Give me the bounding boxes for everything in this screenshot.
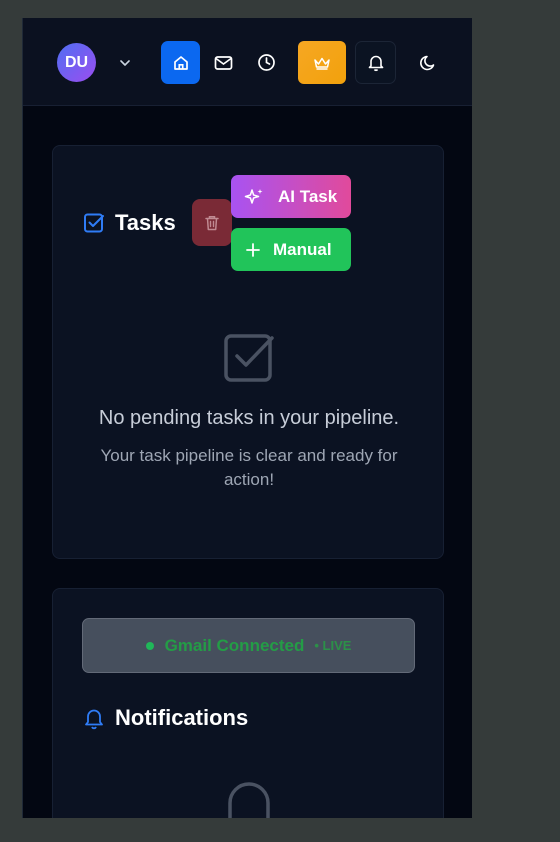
app-frame: DU Tasks AI Task Manual No pending tasks… <box>22 18 472 818</box>
manual-task-label: Manual <box>273 239 332 259</box>
empty-state-title: No pending tasks in your pipeline. <box>98 407 400 429</box>
tasks-title: Tasks <box>115 210 176 235</box>
checkbox-icon <box>84 213 104 233</box>
plus-icon <box>246 242 260 257</box>
sparkles-icon <box>244 188 263 204</box>
empty-bell-icon <box>228 782 270 818</box>
ai-task-button[interactable]: AI Task <box>231 175 351 218</box>
empty-checkbox-icon <box>224 334 274 382</box>
mail-icon <box>214 55 233 70</box>
clock-icon <box>258 54 275 71</box>
history-button[interactable] <box>247 41 286 84</box>
manual-task-button[interactable]: Manual <box>231 228 351 271</box>
notifications-card: Gmail Connected • LIVE Notifications <box>52 588 444 818</box>
crown-icon <box>314 57 330 70</box>
mail-button[interactable] <box>204 41 243 84</box>
gmail-status-text: Gmail Connected <box>164 635 305 655</box>
empty-state-subtitle: Your task pipeline is clear and ready fo… <box>100 446 398 489</box>
tasks-card: Tasks AI Task Manual No pending tasks in… <box>52 145 444 559</box>
chevron-down-icon <box>120 59 130 66</box>
clear-tasks-button[interactable] <box>192 199 232 246</box>
home-button[interactable] <box>161 41 200 84</box>
ai-task-label: AI Task <box>278 186 338 206</box>
notifications-header: Notifications <box>83 705 248 731</box>
account-menu-button[interactable] <box>105 41 145 84</box>
status-dot <box>145 641 154 650</box>
tasks-header: Tasks <box>83 210 176 236</box>
notifications-title: Notifications <box>115 705 249 730</box>
trash-icon <box>205 215 219 230</box>
theme-toggle-button[interactable] <box>408 41 447 84</box>
home-icon <box>173 55 188 70</box>
gmail-status-banner: Gmail Connected • LIVE <box>82 618 415 673</box>
notifications-button[interactable] <box>355 41 396 84</box>
premium-button[interactable] <box>298 41 346 84</box>
top-navigation-bar: DU <box>23 18 472 106</box>
bell-icon <box>368 55 383 72</box>
bell-icon <box>85 709 103 730</box>
live-badge: • LIVE <box>314 638 352 653</box>
avatar[interactable]: DU <box>57 43 96 82</box>
moon-icon <box>419 55 434 70</box>
